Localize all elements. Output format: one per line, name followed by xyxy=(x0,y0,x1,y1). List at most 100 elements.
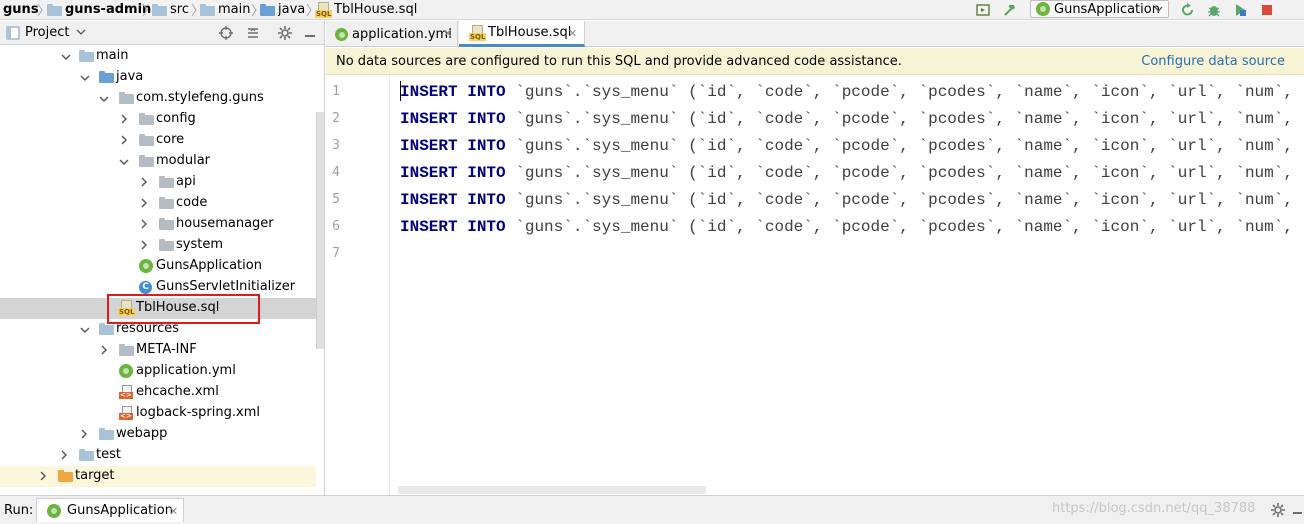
code-line[interactable]: INSERT INTO `guns`.`sys_menu` (`id`, `co… xyxy=(400,187,1304,214)
chevron-right-icon[interactable] xyxy=(99,345,109,355)
chevron-right-icon[interactable] xyxy=(59,450,69,460)
tree-item-label: target xyxy=(75,468,115,483)
breadcrumb-main[interactable]: main xyxy=(200,0,250,20)
sql-statement-rest: `guns`.`sys_menu` (`id`, `code`, `pcode`… xyxy=(515,110,1304,128)
code-line[interactable]: INSERT INTO `guns`.`sys_menu` (`id`, `co… xyxy=(400,214,1304,241)
editor-horizontal-scrollbar[interactable] xyxy=(398,486,706,494)
sql-keyword: INSERT xyxy=(400,164,458,182)
chevron-down-icon[interactable] xyxy=(99,94,109,104)
line-number: 6 xyxy=(332,219,340,234)
run-configuration-dropdown[interactable]: GunsApplication xyxy=(1030,0,1169,18)
tree-item-java[interactable]: java xyxy=(0,67,316,88)
chevron-down-icon[interactable] xyxy=(80,73,90,83)
tree-item-code[interactable]: code xyxy=(0,193,316,214)
build-hammer-icon[interactable] xyxy=(1002,2,1018,18)
chevron-down-icon[interactable] xyxy=(75,26,87,38)
tree-item-ehcache-xml[interactable]: <> ehcache.xml xyxy=(0,382,316,403)
hide-panel-icon[interactable] xyxy=(1291,502,1303,518)
line-number: 3 xyxy=(332,138,340,153)
tree-item-resources[interactable]: resources xyxy=(0,319,316,340)
chevron-right-icon[interactable] xyxy=(79,429,89,439)
breadcrumb-src[interactable]: src xyxy=(152,0,189,20)
tree-item-label: housemanager xyxy=(176,216,274,231)
excluded-folder-icon xyxy=(58,470,73,482)
tree-item-config[interactable]: config xyxy=(0,109,316,130)
tree-item-guns-servlet-initializer[interactable]: C GunsServletInitializer xyxy=(0,277,316,298)
tab-tblhouse-sql[interactable]: SQL TblHouse.sql ✕ xyxy=(459,21,585,47)
breadcrumb-guns[interactable]: guns xyxy=(3,0,39,20)
tree-item-guns-application[interactable]: GunsApplication xyxy=(0,256,316,277)
breadcrumb-label: guns-admin xyxy=(65,2,152,17)
line-number-gutter: 1 2 3 4 5 6 7 xyxy=(326,75,390,495)
tree-item-test[interactable]: test xyxy=(0,445,316,466)
project-panel-title[interactable]: Project xyxy=(25,25,69,40)
tree-item-label: TblHouse.sql xyxy=(136,300,220,315)
tree-item-label: GunsApplication xyxy=(156,258,262,273)
code-line[interactable]: INSERT INTO `guns`.`sys_menu` (`id`, `co… xyxy=(400,106,1304,133)
sql-keyword: INTO xyxy=(467,191,506,209)
tree-item-logback-spring-xml[interactable]: <> logback-spring.xml xyxy=(0,403,316,424)
hide-panel-icon[interactable] xyxy=(302,25,318,41)
breadcrumb-java[interactable]: java xyxy=(260,0,305,20)
locate-target-icon[interactable] xyxy=(218,25,234,41)
breadcrumb-guns-admin[interactable]: guns-admin xyxy=(47,0,151,20)
monitor-run-icon[interactable] xyxy=(975,2,991,18)
tab-application-yml[interactable]: application.yml ✕ xyxy=(326,21,458,47)
tree-item-meta-inf[interactable]: META-INF xyxy=(0,340,316,361)
tree-item-label: main xyxy=(96,48,129,63)
tree-item-label: GunsServletInitializer xyxy=(156,279,296,294)
chevron-right-icon[interactable] xyxy=(139,219,149,229)
tree-item-label: META-INF xyxy=(136,342,197,357)
rerun-icon[interactable] xyxy=(1180,2,1196,18)
chevron-right-icon[interactable] xyxy=(38,471,48,481)
close-icon[interactable]: ✕ xyxy=(169,505,178,518)
tree-item-modular[interactable]: modular xyxy=(0,151,316,172)
debug-bug-icon[interactable] xyxy=(1206,2,1222,18)
close-icon[interactable]: ✕ xyxy=(443,28,452,39)
chevron-down-icon[interactable] xyxy=(80,325,90,335)
code-line[interactable]: INSERT INTO `guns`.`sys_menu` (`id`, `co… xyxy=(400,79,1304,106)
chevron-down-icon[interactable] xyxy=(61,52,71,62)
code-line[interactable]: INSERT INTO `guns`.`sys_menu` (`id`, `co… xyxy=(400,133,1304,160)
gear-icon[interactable] xyxy=(277,25,293,41)
xml-file-icon: <> xyxy=(119,406,133,420)
tree-item-webapp[interactable]: webapp xyxy=(0,424,316,445)
tree-item-main[interactable]: main xyxy=(0,46,316,67)
tree-item-target[interactable]: target xyxy=(0,466,316,487)
project-scrollbar-thumb[interactable] xyxy=(316,112,324,349)
xml-file-icon: <> xyxy=(119,385,133,399)
tree-item-com-stylefeng-guns[interactable]: com.stylefeng.guns xyxy=(0,88,316,109)
tab-label: TblHouse.sql xyxy=(488,25,572,40)
chevron-right-icon[interactable] xyxy=(139,240,149,250)
chevron-right-icon[interactable] xyxy=(119,114,129,124)
stop-icon[interactable] xyxy=(1259,2,1275,18)
chevron-down-icon[interactable] xyxy=(119,157,129,167)
sql-statement-rest: `guns`.`sys_menu` (`id`, `code`, `pcode`… xyxy=(515,137,1304,155)
line-number: 1 xyxy=(332,84,340,99)
breadcrumb-label: main xyxy=(218,2,251,17)
code-line[interactable]: INSERT INTO `guns`.`sys_menu` (`id`, `co… xyxy=(400,160,1304,187)
gear-icon[interactable] xyxy=(1270,502,1286,518)
tree-item-api[interactable]: api xyxy=(0,172,316,193)
collapse-all-icon[interactable] xyxy=(245,25,261,41)
tree-item-system[interactable]: system xyxy=(0,235,316,256)
chevron-right-icon[interactable] xyxy=(119,135,129,145)
tree-item-application-yml[interactable]: application.yml xyxy=(0,361,316,382)
close-icon[interactable]: ✕ xyxy=(568,28,577,39)
package-icon xyxy=(159,218,174,230)
tree-item-tblhouse-sql[interactable]: SQL TblHouse.sql xyxy=(0,298,316,319)
tree-item-label: application.yml xyxy=(136,363,236,378)
breadcrumb-label: java xyxy=(278,2,306,17)
tree-item-housemanager[interactable]: housemanager xyxy=(0,214,316,235)
breadcrumb-tblhouse-sql[interactable]: SQL TblHouse.sql xyxy=(315,0,417,20)
line-number: 4 xyxy=(332,165,340,180)
chevron-down-icon xyxy=(1154,6,1163,12)
sql-statement-rest: `guns`.`sys_menu` (`id`, `code`, `pcode`… xyxy=(515,218,1304,236)
sql-code-text[interactable]: INSERT INTO `guns`.`sys_menu` (`id`, `co… xyxy=(391,75,1304,495)
tree-item-core[interactable]: core xyxy=(0,130,316,151)
chevron-right-icon[interactable] xyxy=(139,198,149,208)
chevron-right-icon[interactable] xyxy=(139,177,149,187)
configure-data-source-link[interactable]: Configure data source xyxy=(1141,54,1285,69)
run-with-coverage-icon[interactable] xyxy=(1232,2,1248,18)
run-tab-guns-application[interactable]: GunsApplication ✕ xyxy=(36,498,184,522)
